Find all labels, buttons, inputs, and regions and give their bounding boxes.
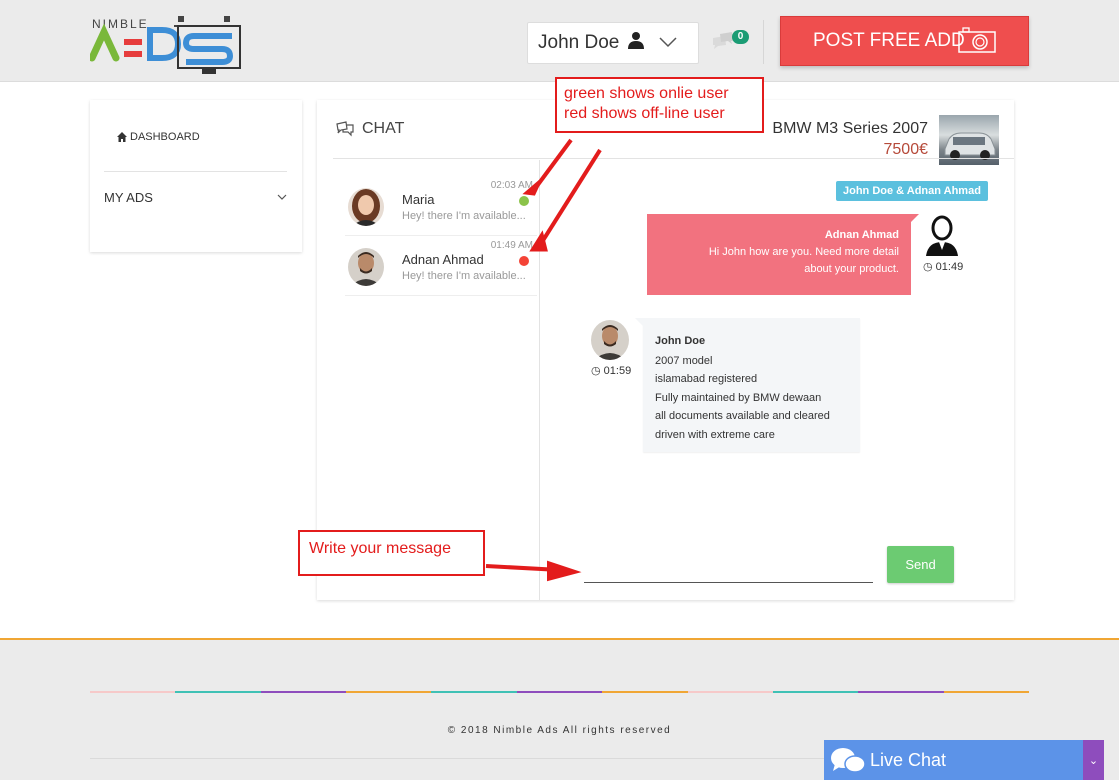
user-icon: [627, 31, 645, 55]
sidebar-item-dashboard[interactable]: DASHBOARD: [117, 131, 200, 143]
live-chat-toggle[interactable]: ⌄: [1083, 740, 1104, 780]
message-time-value: 01:49: [935, 261, 964, 273]
contact-name: Adnan Ahmad: [402, 252, 484, 267]
sidebar-divider: [104, 171, 287, 172]
chat-list-divider: [539, 160, 540, 600]
message-input[interactable]: [584, 554, 873, 583]
clock-icon: ◷: [591, 365, 601, 377]
nimble-ads-logo[interactable]: NIMBLE: [90, 14, 245, 76]
contact-name: Maria: [402, 192, 435, 207]
offline-status-dot: [519, 256, 529, 266]
bubble-tail: [635, 318, 645, 328]
sidebar: DASHBOARD MY ADS: [90, 100, 302, 252]
message-line: Hi John how are you. Need more detail: [708, 246, 899, 258]
sidebar-item-my-ads[interactable]: MY ADS: [104, 190, 287, 205]
avatar: [591, 320, 629, 360]
chat-panel: CHAT BMW M3 Series 2007 7500€ 02:03 AM M…: [317, 100, 1014, 600]
chat-icon: [336, 120, 354, 136]
incoming-message-bubble: Adnan Ahmad Hi John how are you. Need mo…: [647, 214, 919, 295]
sidebar-item-dashboard-label: DASHBOARD: [130, 131, 200, 143]
contact-time: 01:49 AM: [490, 240, 533, 251]
annotation-line: green shows onlie user: [564, 85, 729, 102]
status-annotation-callout: green shows onlie user red shows off-lin…: [555, 77, 764, 133]
contact-item-maria[interactable]: 02:03 AM Maria Hey! there I'm available.…: [345, 176, 537, 236]
chevron-down-icon: [277, 194, 287, 200]
send-button[interactable]: Send: [887, 546, 954, 583]
logo-top-text: NIMBLE: [92, 17, 149, 31]
message-line: islamabad registered: [655, 373, 758, 385]
annotation-line: red shows off-line user: [564, 105, 725, 122]
chat-contact-list: 02:03 AM Maria Hey! there I'm available.…: [345, 176, 537, 296]
footer-copyright: © 2018 Nimble Ads All rights reserved: [447, 725, 672, 736]
input-annotation-callout: Write your message: [298, 530, 485, 576]
avatar: [348, 188, 384, 226]
sidebar-item-my-ads-label: MY ADS: [104, 190, 153, 205]
chevron-down-icon: ⌄: [1088, 754, 1099, 767]
contact-preview: Hey! there I'm available...: [402, 270, 526, 282]
live-chat-label: Live Chat: [870, 749, 947, 770]
message-count-badge: 0: [732, 30, 749, 44]
footer-color-stripe: [90, 691, 1029, 693]
camera-icon: [958, 27, 996, 53]
car-title: BMW M3 Series 2007: [772, 120, 928, 137]
chat-bubbles-icon: [831, 748, 866, 773]
message-line: driven with extreme care: [655, 428, 775, 441]
message-sender: Adnan Ahmad: [824, 229, 899, 241]
home-icon: [117, 132, 127, 142]
post-free-add-button[interactable]: POST FREE ADD: [780, 16, 1029, 66]
post-free-add-label: POST FREE ADD: [813, 30, 965, 51]
car-price: 7500€: [883, 141, 929, 158]
chat-title: CHAT: [362, 120, 405, 137]
contact-preview: Hey! there I'm available...: [402, 210, 526, 222]
message-time-value: 01:59: [603, 365, 632, 377]
top-header: NIMBLE John Doe 0 POST FREE ADD: [0, 0, 1119, 82]
chat-header-divider: [333, 158, 1014, 159]
user-silhouette-avatar: [922, 214, 962, 256]
chat-heading: CHAT: [335, 120, 404, 138]
live-chat-widget[interactable]: Live Chat ⌄: [824, 740, 1104, 780]
message-time: ◷ 01:49: [923, 260, 963, 273]
message-line: about your product.: [804, 263, 899, 275]
message-sender: John Doe: [655, 335, 706, 347]
message-line: all documents available and cleared: [655, 410, 830, 422]
user-name: John Doe: [538, 32, 620, 53]
header-divider: [763, 20, 764, 64]
conversation-participants-badge: John Doe & Adnan Ahmad: [836, 181, 988, 201]
bubble-tail: [909, 214, 919, 224]
avatar: [348, 248, 384, 286]
contact-time: 02:03 AM: [490, 180, 533, 191]
online-status-dot: [519, 196, 529, 206]
message-time: ◷ 01:59: [591, 364, 631, 377]
contact-item-adnan-ahmad[interactable]: 01:49 AM Adnan Ahmad Hey! there I'm avai…: [345, 236, 537, 296]
message-line: Fully maintained by BMW dewaan: [655, 391, 822, 404]
message-line: 2007 model: [655, 354, 713, 367]
annotation-line: Write your message: [309, 540, 451, 557]
user-menu-dropdown[interactable]: John Doe: [527, 22, 699, 64]
chevron-down-icon: [659, 32, 677, 54]
clock-icon: ◷: [923, 261, 933, 273]
outgoing-message-bubble: John Doe 2007 model islamabad registered…: [635, 318, 860, 452]
